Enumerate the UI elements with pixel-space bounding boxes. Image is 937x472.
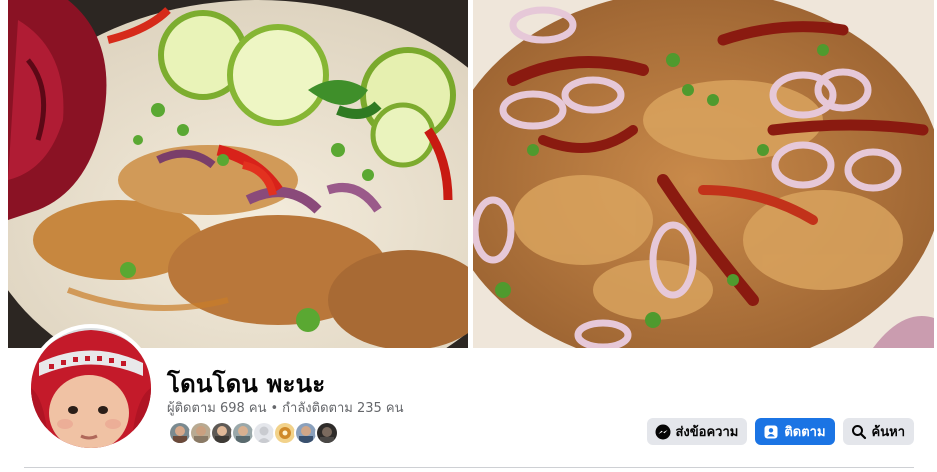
stats-separator: • (270, 401, 279, 416)
follow-icon (763, 424, 779, 440)
search-button[interactable]: ค้นหา (842, 418, 914, 445)
messenger-icon (655, 424, 671, 440)
profile-actions: ส่งข้อความ ติดตาม ค้นหา (646, 418, 914, 445)
friend-avatar-8[interactable] (315, 421, 339, 445)
profile-divider (24, 467, 914, 468)
search-button-label: ค้นหา (871, 425, 905, 440)
follow-button[interactable]: ติดตาม (755, 418, 835, 445)
cover-photo[interactable] (8, 0, 934, 348)
child-portrait-image (31, 328, 151, 448)
profile-avatar[interactable] (27, 324, 155, 452)
follow-button-label: ติดตาม (784, 425, 826, 440)
search-icon (851, 424, 867, 440)
follow-stats: ผู้ติดตาม 698 คน • กำลังติดตาม 235 คน (167, 397, 404, 418)
cover-image-fried-fish (473, 0, 934, 348)
followers-count[interactable]: ผู้ติดตาม 698 คน (167, 401, 266, 416)
friend-avatars (168, 421, 339, 445)
message-button[interactable]: ส่งข้อความ (646, 418, 748, 445)
message-button-label: ส่งข้อความ (675, 425, 739, 440)
following-count[interactable]: กำลังติดตาม 235 คน (282, 401, 403, 416)
cover-image-fish-salad (8, 0, 468, 348)
